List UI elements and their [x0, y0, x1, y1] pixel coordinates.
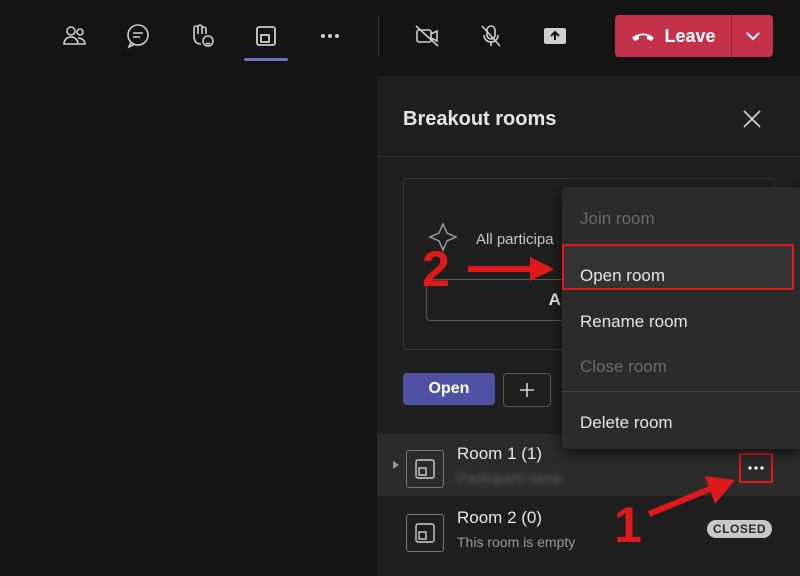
menu-item-join-room: Join room	[580, 209, 655, 228]
leave-label: Leave	[664, 25, 716, 46]
chat-icon[interactable]	[120, 18, 156, 54]
room-name: Room 2 (0)	[457, 508, 543, 527]
breakout-rooms-icon[interactable]	[248, 18, 284, 54]
add-room-button[interactable]	[503, 373, 551, 407]
step-1-arrow-icon	[647, 476, 735, 517]
active-tab-indicator	[244, 58, 288, 61]
room-subtitle: This room is empty	[457, 534, 576, 550]
room-more-options-button[interactable]	[739, 453, 773, 483]
step-1-label: 1	[614, 497, 642, 553]
panel-divider	[377, 156, 800, 157]
more-icon[interactable]	[312, 18, 348, 54]
card-text: All participa	[476, 231, 554, 248]
room-icon	[406, 450, 444, 488]
phone-hangup-icon	[632, 33, 655, 41]
meeting-toolbar: Leave	[0, 0, 800, 76]
meeting-stage	[0, 76, 377, 576]
mic-off-icon[interactable]	[473, 18, 509, 54]
menu-item-close-room: Close room	[580, 357, 667, 376]
toolbar-divider	[378, 16, 379, 56]
people-icon[interactable]	[57, 18, 93, 54]
share-screen-icon[interactable]	[537, 18, 573, 54]
room-name: Room 1 (1)	[457, 444, 543, 463]
expand-caret-icon[interactable]	[391, 459, 401, 471]
leave-button-group: Leave	[615, 15, 773, 57]
room-context-menu: Join room Open room Rename room Close ro…	[562, 187, 800, 449]
leave-options-button[interactable]	[732, 15, 773, 57]
step-2-label: 2	[422, 241, 450, 297]
menu-item-rename-room[interactable]: Rename room	[580, 312, 688, 332]
status-badge: CLOSED	[707, 520, 773, 538]
more-icon	[748, 466, 764, 470]
chevron-down-icon	[745, 32, 760, 41]
room-participants: Participant name	[457, 470, 563, 486]
reactions-icon[interactable]	[184, 18, 220, 54]
panel-title: Breakout rooms	[403, 108, 557, 130]
menu-divider	[562, 391, 800, 392]
open-rooms-button[interactable]: Open	[403, 373, 495, 405]
open-label: Open	[428, 380, 470, 397]
menu-item-delete-room[interactable]: Delete room	[580, 413, 673, 433]
close-icon[interactable]	[739, 106, 765, 132]
camera-off-icon[interactable]	[409, 18, 445, 54]
menu-item-open-room[interactable]: Open room	[580, 266, 665, 286]
room-icon	[406, 514, 444, 552]
plus-icon	[520, 383, 534, 397]
leave-button[interactable]: Leave	[615, 15, 731, 57]
step-2-arrow-icon	[468, 257, 554, 281]
